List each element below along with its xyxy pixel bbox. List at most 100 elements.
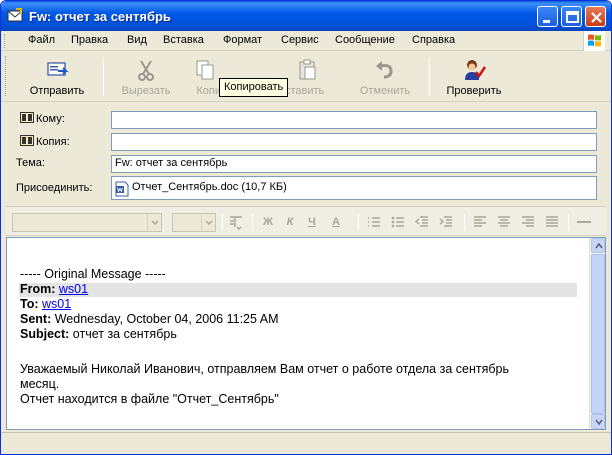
copy-icon (196, 60, 214, 80)
paste-label: ставить (285, 85, 325, 97)
copy-button[interactable]: Копи (189, 54, 221, 100)
subject-label-body: Subject: (20, 327, 70, 341)
format-separator (464, 214, 465, 231)
send-label: Отправить (29, 85, 85, 97)
format-separator (358, 214, 359, 231)
format-separator (568, 214, 569, 231)
close-icon (591, 12, 602, 23)
toolbar-separator (429, 58, 430, 96)
menu-tools[interactable]: Сервис (281, 34, 319, 46)
underline-icon[interactable]: Ч (304, 214, 320, 230)
word-document-icon (115, 181, 129, 197)
menu-edit[interactable]: Правка (71, 34, 108, 46)
send-icon (47, 62, 69, 76)
windows-logo-icon (583, 31, 605, 51)
paragraph-style-icon[interactable] (228, 214, 244, 230)
cc-field[interactable] (111, 133, 597, 151)
check-names-button[interactable]: Проверить (439, 54, 509, 100)
status-bar (1, 432, 611, 454)
menu-file[interactable]: Файл (28, 34, 55, 46)
undo-button[interactable]: Отменить (351, 54, 419, 100)
horizontal-line-icon[interactable] (576, 214, 592, 230)
body-line-2: месяц. (20, 377, 60, 391)
envelope-icon (7, 8, 23, 22)
to-link[interactable]: ws01 (42, 297, 71, 311)
font-color-icon[interactable]: А (328, 214, 344, 230)
close-button[interactable] (585, 6, 606, 27)
align-left-icon[interactable] (472, 214, 488, 230)
attach-label: Присоединить: (16, 182, 93, 194)
scroll-thumb[interactable] (591, 254, 605, 414)
check-names-label: Проверить (446, 85, 502, 97)
maximize-button[interactable] (561, 6, 582, 27)
scroll-down-icon[interactable] (591, 414, 605, 429)
address-book-icon (20, 135, 34, 146)
paste-button[interactable]: ставить (285, 54, 329, 100)
format-separator (252, 214, 253, 231)
toolbar: Отправить Вырезать Копи ставить Отменить… (1, 52, 611, 102)
address-book-icon (20, 112, 34, 123)
minimize-icon (543, 20, 550, 23)
numbered-list-icon[interactable] (366, 214, 382, 230)
from-link[interactable]: ws01 (59, 282, 88, 296)
message-body[interactable]: ----- Original Message ----- From: ws01 … (6, 237, 606, 430)
toolbar-grip[interactable] (5, 56, 8, 96)
menu-view[interactable]: Вид (127, 34, 147, 46)
cc-label: Копия: (36, 136, 70, 148)
chevron-down-icon (201, 214, 215, 231)
sent-value: Wednesday, October 04, 2006 11:25 AM (54, 312, 279, 326)
cut-label: Вырезать (121, 85, 171, 97)
to-field[interactable] (111, 111, 597, 129)
to-line: To: ws01 (20, 297, 71, 312)
title-bar[interactable]: Fw: отчет за сентябрь (1, 1, 611, 31)
chevron-down-icon (147, 214, 161, 231)
menu-bar: Файл Правка Вид Вставка Формат Сервис Со… (1, 31, 611, 51)
undo-icon (376, 61, 393, 79)
scroll-up-icon[interactable] (591, 238, 605, 253)
increase-indent-icon[interactable] (438, 214, 454, 230)
italic-icon[interactable]: К (282, 214, 298, 230)
body-line-1: Уважаемый Николай Иванович, отправляем В… (20, 362, 509, 376)
maximize-icon (566, 11, 579, 23)
font-size-select[interactable] (172, 213, 216, 232)
window-title: Fw: отчет за сентябрь (29, 9, 171, 24)
copy-tooltip: Копировать (219, 78, 289, 97)
copy-label: Копи (196, 85, 221, 97)
from-highlight (19, 283, 577, 297)
font-name-select[interactable] (12, 213, 162, 232)
menu-format[interactable]: Формат (223, 34, 262, 46)
menu-help[interactable]: Справка (412, 34, 455, 46)
menu-message[interactable]: Сообщение (335, 34, 395, 46)
decrease-indent-icon[interactable] (414, 214, 430, 230)
scissors-icon (138, 60, 154, 81)
body-line-3: Отчет находится в файле "Отчет_Сентябрь" (20, 392, 279, 406)
to-label: Кому: (36, 113, 65, 125)
to-label-group[interactable]: Кому: (20, 112, 65, 125)
align-center-icon[interactable] (496, 214, 512, 230)
cc-label-group[interactable]: Копия: (20, 135, 70, 148)
from-label: From: (20, 282, 56, 296)
menu-insert[interactable]: Вставка (163, 34, 204, 46)
undo-label: Отменить (359, 85, 411, 97)
bold-icon[interactable]: Ж (260, 214, 276, 230)
menu-grip[interactable] (4, 34, 7, 48)
align-right-icon[interactable] (520, 214, 536, 230)
subject-value-body: отчет за сентябрь (72, 327, 177, 341)
format-separator (222, 214, 223, 231)
paste-icon (299, 59, 316, 80)
attachment-name[interactable]: Отчет_Сентябрь.doc (10,7 КБ) (132, 181, 287, 193)
cut-button[interactable]: Вырезать (111, 54, 181, 100)
check-names-icon (465, 60, 486, 80)
original-message-header: ----- Original Message ----- (20, 267, 166, 281)
subject-field[interactable]: Fw: отчет за сентябрь (111, 155, 597, 173)
send-button[interactable]: Отправить (21, 54, 93, 100)
compose-window: Fw: отчет за сентябрь Файл Правка Вид Вс… (0, 0, 612, 455)
attachment-field[interactable]: Отчет_Сентябрь.doc (10,7 КБ) (111, 176, 597, 200)
justify-icon[interactable] (544, 214, 560, 230)
bullet-list-icon[interactable] (390, 214, 406, 230)
minimize-button[interactable] (537, 6, 558, 27)
subject-label: Тема: (16, 157, 45, 169)
from-line: From: ws01 (20, 282, 88, 297)
vertical-scrollbar[interactable] (589, 238, 605, 429)
sent-label: Sent: (20, 312, 52, 326)
